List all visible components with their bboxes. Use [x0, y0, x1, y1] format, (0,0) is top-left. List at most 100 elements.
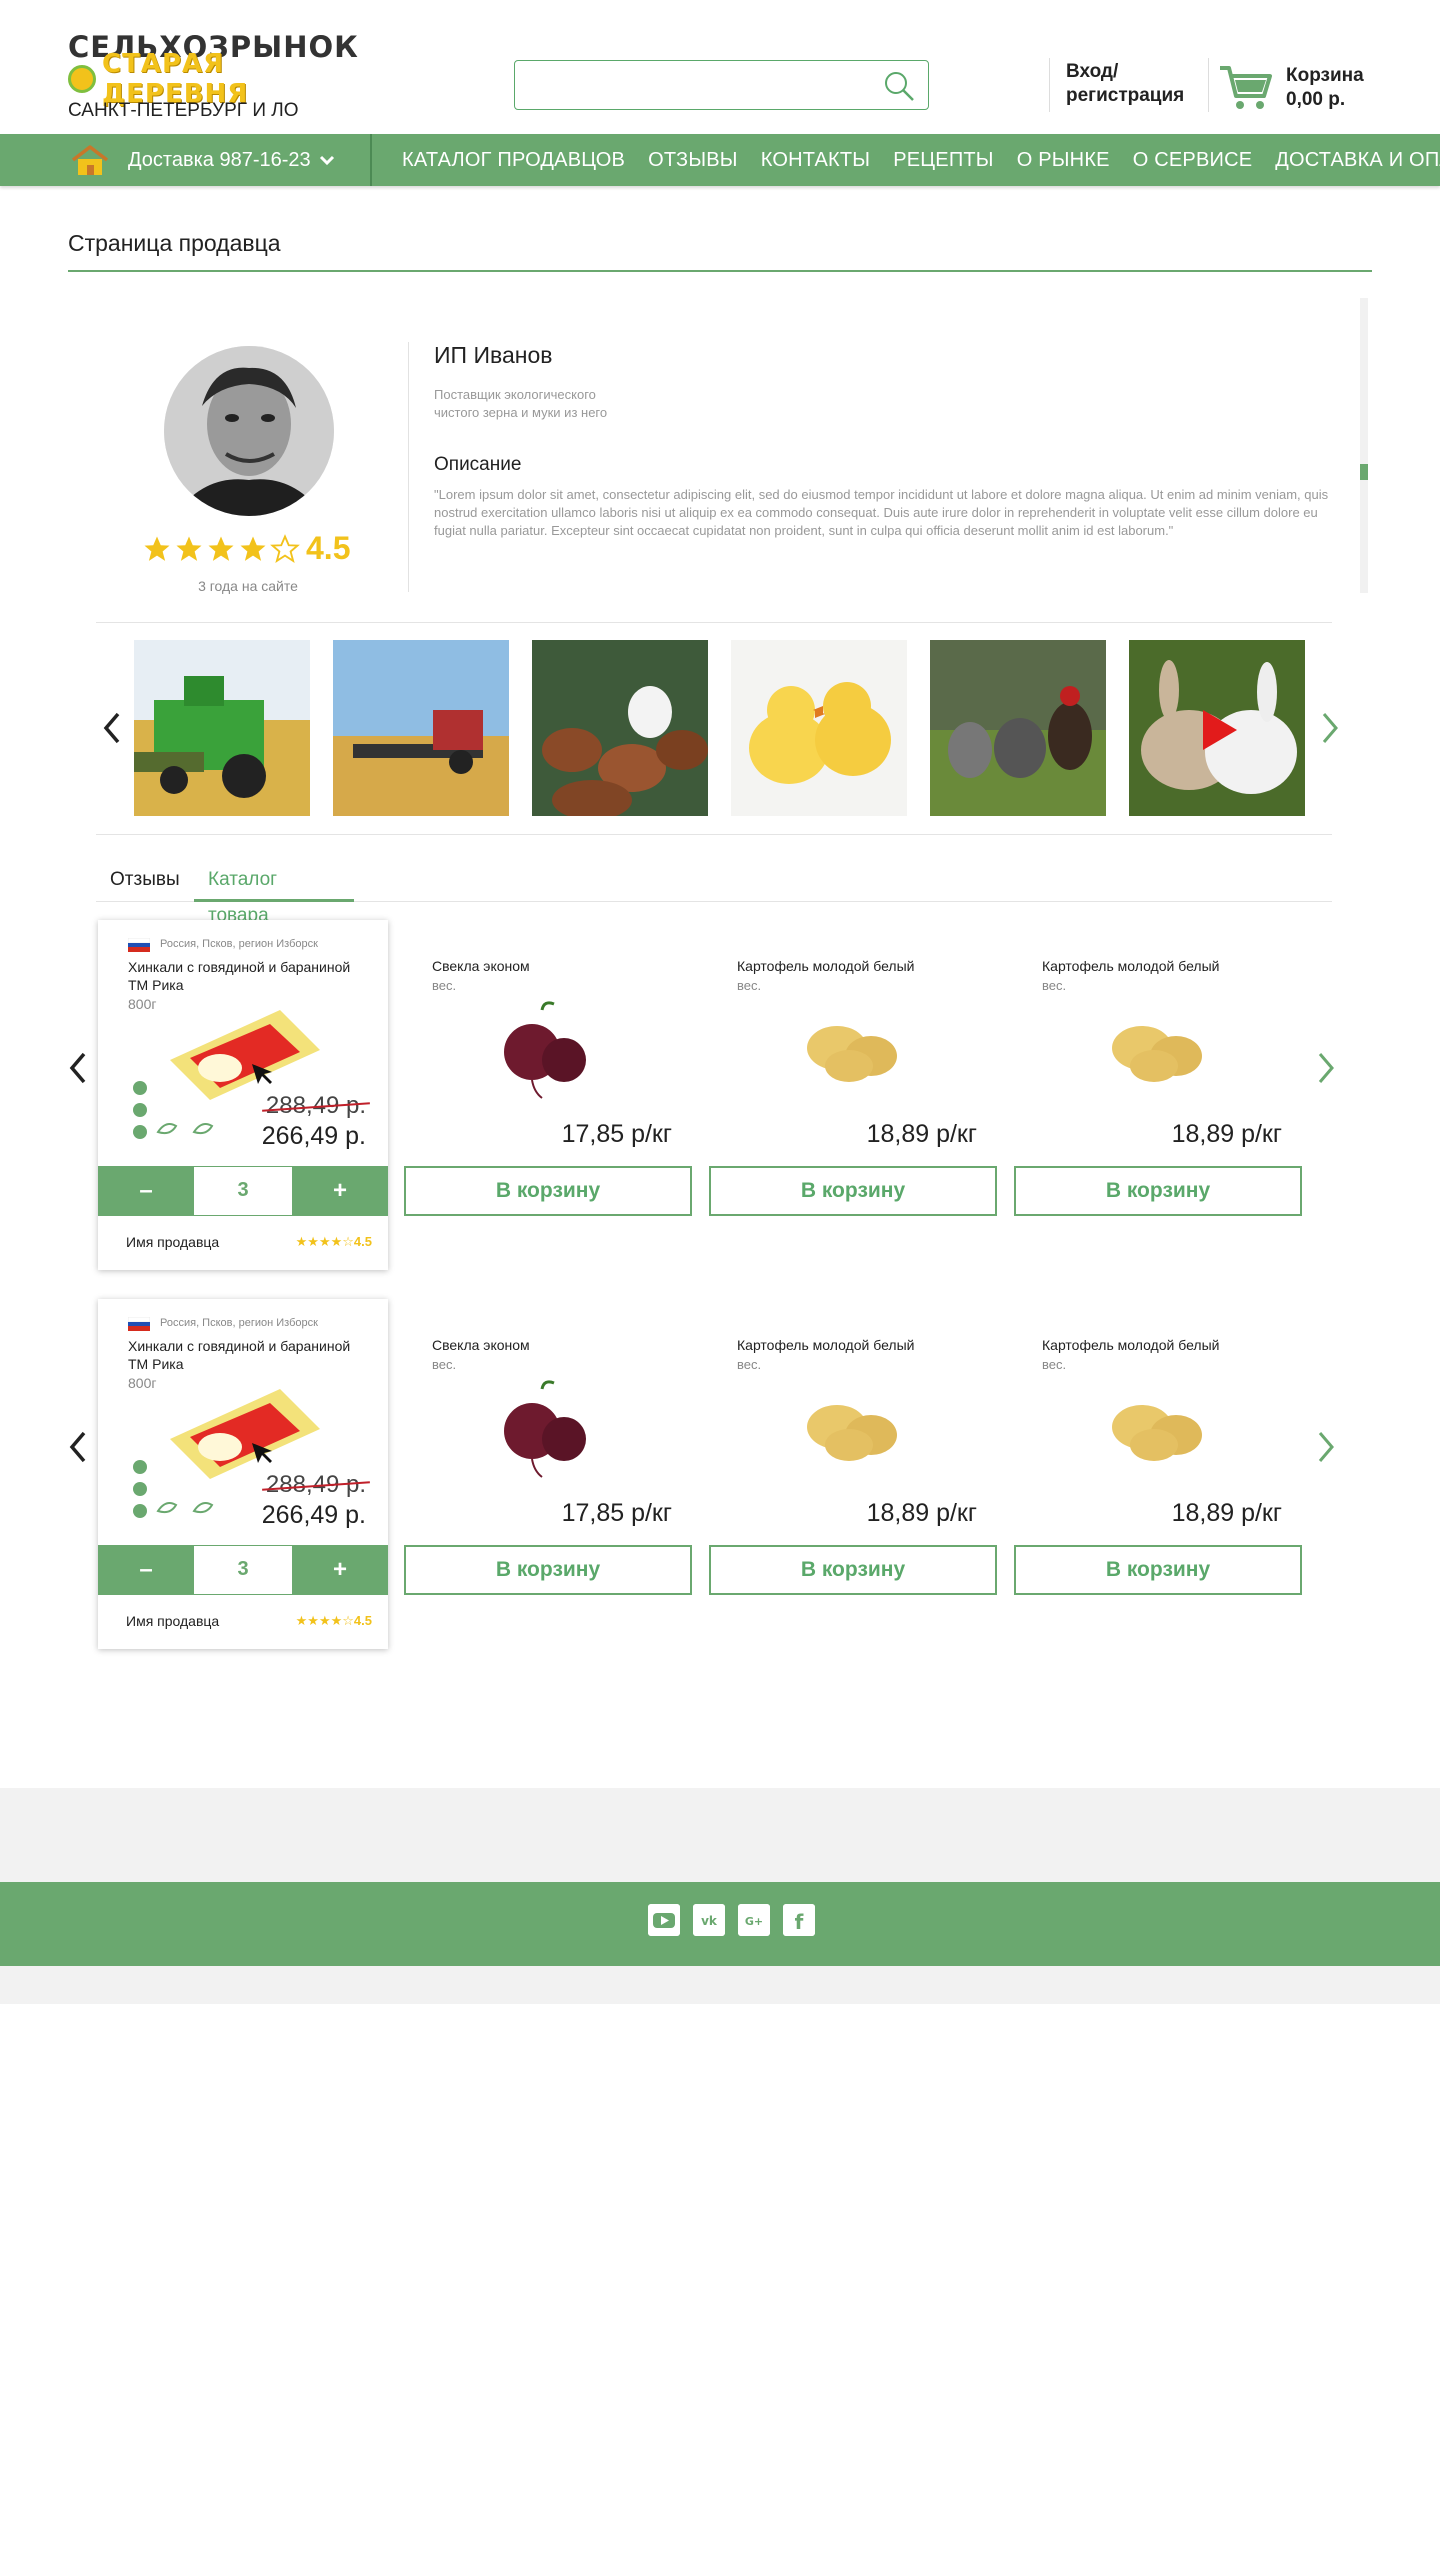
scrollbar-thumb[interactable]	[1360, 464, 1368, 480]
product-title[interactable]: Картофель молодой белый	[737, 1337, 914, 1353]
chevron-down-icon[interactable]	[318, 151, 336, 169]
description-text: "Lorem ipsum dolor sit amet, consectetur…	[434, 487, 1329, 538]
star-empty-icon	[270, 533, 300, 563]
add-to-cart-button[interactable]: В корзину	[709, 1545, 997, 1595]
vk-icon[interactable]: vk	[693, 1904, 725, 1936]
product-image[interactable]	[482, 1379, 612, 1479]
footer-bottom	[0, 1966, 1440, 2004]
seller-name-link[interactable]: Имя продавца	[126, 1234, 219, 1250]
product-image[interactable]	[1092, 1379, 1222, 1479]
gallery-video[interactable]	[1129, 640, 1305, 816]
product-title[interactable]: Картофель молодой белый	[1042, 1337, 1219, 1353]
chevron-left-icon[interactable]	[66, 1427, 90, 1467]
seller-subtitle: Поставщик экологического чистого зерна и…	[434, 387, 608, 420]
nav-item-contacts[interactable]: КОНТАКТЫ	[761, 134, 871, 186]
star-filled-icon	[240, 536, 266, 561]
product-price: 17,85 р/кг	[561, 1499, 672, 1527]
product-image[interactable]	[1092, 1000, 1222, 1100]
chevron-right-icon[interactable]	[1318, 708, 1342, 748]
product-title[interactable]: Хинкали с говядиной и бараниной ТМ Рика	[128, 958, 358, 994]
cart-label: Корзина	[1286, 65, 1364, 86]
quantity-value[interactable]: 3	[194, 1166, 292, 1216]
product-unit: вес.	[737, 1357, 762, 1372]
nav-item-about-market[interactable]: О РЫНКЕ	[1017, 134, 1110, 186]
product-image[interactable]	[787, 1000, 917, 1100]
delivery-phone[interactable]: Доставка 987-16-23	[128, 134, 311, 186]
old-price: 288,49 р.	[265, 1092, 366, 1119]
product-card[interactable]: Картофель молодой белый вес. 18,89 р/кг …	[1012, 920, 1302, 1220]
logo[interactable]: СЕЛЬХОЗРЫНОК СТАРАЯ ДЕРЕВНЯ САНКТ-ПЕТЕРБ…	[68, 30, 368, 126]
product-price: 18,89 р/кг	[866, 1499, 977, 1527]
product-title[interactable]: Картофель молодой белый	[1042, 958, 1219, 974]
page-title: Страница продавца	[68, 230, 281, 256]
product-card[interactable]: Свекла эконом вес. 17,85 р/кг В корзину	[402, 920, 692, 1220]
product-title[interactable]: Картофель молодой белый	[737, 958, 914, 974]
add-to-cart-button[interactable]: В корзину	[404, 1166, 692, 1216]
product-rating: ★★★★☆4.5	[295, 1234, 372, 1249]
star-filled-icon	[176, 536, 202, 561]
login-link[interactable]: Вход/ регистрация	[1066, 60, 1206, 108]
search-icon[interactable]	[882, 69, 916, 103]
quantity-value[interactable]: 3	[194, 1545, 292, 1595]
facebook-icon[interactable]: f	[783, 1904, 815, 1936]
nav-divider	[370, 134, 372, 186]
add-to-cart-button[interactable]: В корзину	[709, 1166, 997, 1216]
gallery-photo[interactable]	[134, 640, 310, 816]
seller-rating: 4.5	[142, 530, 350, 567]
product-row: Россия, Псков, регион Изборск Хинкали с …	[60, 1299, 1400, 1649]
featured-product-card[interactable]: Россия, Псков, регион Изборск Хинкали с …	[98, 920, 388, 1270]
divider	[1208, 58, 1209, 112]
product-card[interactable]: Свекла эконом вес. 17,85 р/кг В корзину	[402, 1299, 692, 1599]
tab-reviews[interactable]: Отзывы	[96, 862, 194, 902]
svg-text:G+: G+	[745, 1915, 763, 1928]
nav-item-delivery[interactable]: ДОСТАВКА И ОПЛАТА	[1275, 134, 1440, 186]
product-unit: вес.	[1042, 978, 1067, 993]
product-image[interactable]	[787, 1379, 917, 1479]
gallery-photo[interactable]	[731, 640, 907, 816]
featured-product-card[interactable]: Россия, Псков, регион Изборск Хинкали с …	[98, 1299, 388, 1649]
product-image[interactable]	[482, 1000, 612, 1100]
eco-badges	[133, 1460, 214, 1518]
product-title[interactable]: Хинкали с говядиной и бараниной ТМ Рика	[128, 1337, 358, 1373]
gallery-photo[interactable]	[532, 640, 708, 816]
google-plus-icon[interactable]: G+	[738, 1904, 770, 1936]
svg-text:f: f	[795, 1910, 804, 1934]
new-price: 266,49 р.	[261, 1501, 366, 1529]
star-filled-icon	[208, 536, 234, 561]
product-card[interactable]: Картофель молодой белый вес. 18,89 р/кг …	[1012, 1299, 1302, 1599]
increase-button[interactable]: +	[292, 1545, 388, 1595]
login-label: Вход/	[1066, 61, 1119, 82]
chevron-left-icon[interactable]	[100, 708, 124, 748]
footer: vk G+ f	[0, 1882, 1440, 1966]
chevron-left-icon[interactable]	[66, 1048, 90, 1088]
home-icon[interactable]	[70, 144, 110, 176]
increase-button[interactable]: +	[292, 1166, 388, 1216]
product-card[interactable]: Картофель молодой белый вес. 18,89 р/кг …	[707, 1299, 997, 1599]
nav-item-recipes[interactable]: РЕЦЕПТЫ	[893, 134, 994, 186]
gallery-photo[interactable]	[930, 640, 1106, 816]
decrease-button[interactable]: –	[98, 1545, 194, 1595]
photo-gallery	[96, 640, 1346, 816]
avatar	[164, 346, 334, 516]
search-input[interactable]	[515, 61, 865, 107]
nav-item-catalog[interactable]: КАТАЛОГ ПРОДАВЦОВ	[402, 134, 625, 186]
product-unit: вес.	[737, 978, 762, 993]
quantity-stepper: – 3 +	[98, 1166, 388, 1216]
seller-name-link[interactable]: Имя продавца	[126, 1613, 219, 1629]
decrease-button[interactable]: –	[98, 1166, 194, 1216]
youtube-icon[interactable]	[648, 1904, 680, 1936]
scrollbar[interactable]	[1360, 298, 1368, 593]
product-title[interactable]: Свекла эконом	[432, 1337, 530, 1353]
chevron-right-icon[interactable]	[1314, 1048, 1338, 1088]
gallery-photo[interactable]	[333, 640, 509, 816]
nav-item-about-service[interactable]: О СЕРВИСЕ	[1133, 134, 1253, 186]
cart-button[interactable]: Корзина 0,00 р.	[1218, 60, 1418, 116]
product-card[interactable]: Картофель молодой белый вес. 18,89 р/кг …	[707, 920, 997, 1220]
add-to-cart-button[interactable]: В корзину	[404, 1545, 692, 1595]
add-to-cart-button[interactable]: В корзину	[1014, 1545, 1302, 1595]
product-title[interactable]: Свекла эконом	[432, 958, 530, 974]
tab-catalog[interactable]: Каталог товара	[194, 862, 354, 926]
chevron-right-icon[interactable]	[1314, 1427, 1338, 1467]
add-to-cart-button[interactable]: В корзину	[1014, 1166, 1302, 1216]
nav-item-reviews[interactable]: ОТЗЫВЫ	[648, 134, 738, 186]
